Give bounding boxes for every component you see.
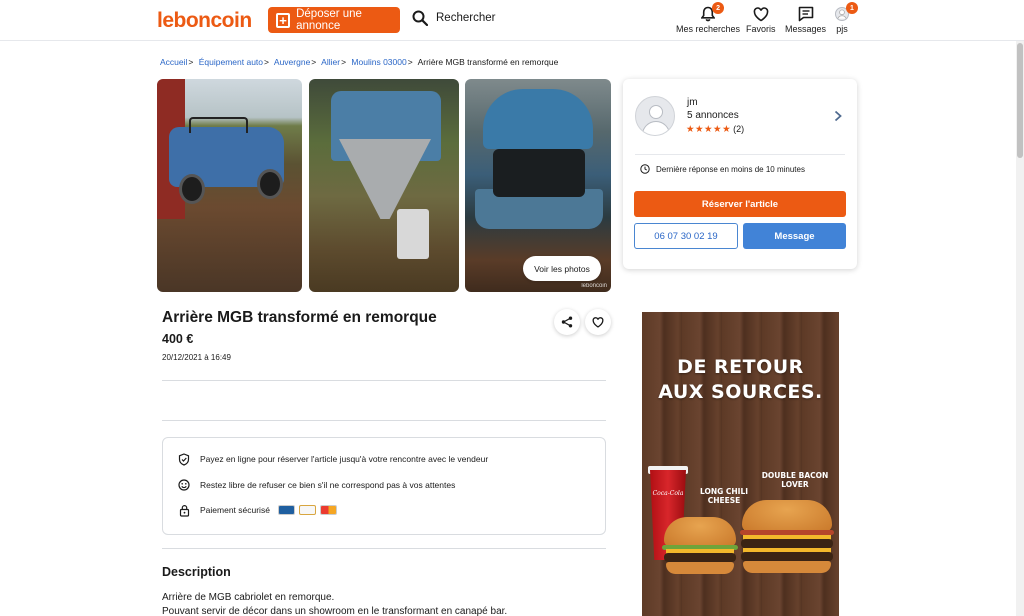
ad-product-label: DOUBLE BACON LOVER	[761, 471, 829, 489]
secure-row-text: Payez en ligne pour réserver l'article j…	[200, 454, 489, 464]
search-label: Rechercher	[436, 12, 496, 24]
breadcrumb-department[interactable]: Allier	[321, 57, 340, 67]
breadcrumb-region[interactable]: Auvergne	[274, 57, 310, 67]
heart-icon	[753, 6, 769, 21]
rating-stars: ★★★★★	[686, 124, 732, 135]
share-button[interactable]	[554, 309, 580, 335]
ad-burger-bun-bottom	[743, 561, 831, 573]
nav-favorites[interactable]: Favoris	[746, 4, 776, 34]
ad-headline: DE RETOUR	[677, 356, 804, 378]
description-line: Pouvant servir de décor dans un showroom…	[162, 606, 508, 616]
ad-burger-bun	[742, 500, 832, 532]
post-ad-button[interactable]: + Déposer une annonce	[268, 7, 400, 33]
nav-account[interactable]: 1 pjs	[835, 2, 858, 34]
see-photos-button[interactable]: Voir les photos	[523, 256, 601, 281]
visa-card-icon	[298, 505, 316, 515]
listing-photo-2[interactable]	[309, 79, 459, 292]
seller-name[interactable]: jm	[687, 97, 698, 108]
ad-cup-logo: Coca-Cola	[652, 490, 684, 497]
listing-date: 20/12/2021 à 16:49	[162, 353, 231, 362]
description-line: Arrière de MGB cabriolet en remorque.	[162, 592, 335, 603]
mastercard-icon	[319, 505, 337, 515]
chevron-right-icon[interactable]	[834, 109, 842, 125]
saved-searches-badge: 2	[712, 2, 725, 14]
ad-headline: AUX SOURCES.	[658, 381, 823, 403]
reserve-button[interactable]: Réserver l'article	[634, 191, 846, 217]
post-ad-label: Déposer une annonce	[296, 8, 362, 32]
listing-title: Arrière MGB transformé en remorque	[162, 309, 437, 326]
photo-trunk-lid	[483, 89, 593, 149]
nav-label: Mes recherches	[676, 24, 741, 34]
ad-burger-patty	[741, 539, 833, 548]
ad-burger-bun	[664, 517, 736, 547]
top-header: leboncoin + Déposer une annonce Recherch…	[0, 0, 1024, 41]
avatar-body	[642, 121, 670, 135]
ad-burger-patty	[664, 553, 736, 562]
nav-label: Favoris	[746, 24, 776, 34]
phone-button[interactable]: 06 07 30 02 19	[634, 223, 738, 249]
breadcrumb: Accueil> Équipement auto> Auvergne> Alli…	[160, 57, 559, 67]
messages-icon	[798, 6, 813, 22]
search-icon	[412, 10, 428, 26]
nav-messages[interactable]: Messages	[785, 4, 826, 34]
smile-icon	[177, 478, 191, 492]
nav-label: pjs	[836, 24, 848, 34]
description-title: Description	[162, 565, 231, 579]
breadcrumb-home[interactable]: Accueil	[160, 57, 187, 67]
ad-product-label: LONG CHILI CHEESE	[699, 487, 749, 505]
secure-row-refuse: Restez libre de refuser ce bien s'il ne …	[177, 478, 455, 492]
clock-icon	[640, 164, 650, 174]
favorite-button[interactable]	[585, 309, 611, 335]
listing-price: 400 €	[162, 332, 194, 346]
seller-ads-count: 5 annonces	[687, 110, 739, 121]
message-button[interactable]: Message	[743, 223, 846, 249]
account-badge: 1	[846, 2, 858, 14]
seller-avatar[interactable]	[635, 96, 675, 136]
nav-saved-searches[interactable]: 2 Mes recherches	[676, 2, 741, 34]
divider	[162, 380, 606, 381]
nav-label: Messages	[785, 24, 827, 34]
lock-icon	[177, 503, 191, 517]
breadcrumb-current: Arrière MGB transformé en remorque	[417, 57, 559, 67]
divider	[162, 548, 606, 549]
listing-photo-1[interactable]	[157, 79, 302, 292]
response-time: Dernière réponse en moins de 10 minutes	[640, 164, 805, 174]
ad-burger-bun-bottom	[666, 562, 734, 574]
secure-row-text: Paiement sécurisé	[200, 505, 270, 515]
photo-hitch	[397, 209, 429, 259]
seller-rating: ★★★★★ (2)	[686, 124, 744, 135]
photo-boot	[493, 149, 585, 197]
photo-wheel	[179, 174, 205, 204]
leboncoin-logo[interactable]: leboncoin	[157, 9, 252, 33]
secure-row-payment: Paiement sécurisé	[177, 503, 341, 517]
seller-card: jm 5 annonces ★★★★★ (2) Dernière réponse …	[623, 79, 857, 269]
photo-trailer-frame	[339, 139, 431, 219]
scrollbar-thumb[interactable]	[1017, 43, 1023, 158]
photo-wheel	[257, 169, 283, 199]
payment-cards	[277, 505, 341, 515]
divider	[162, 420, 606, 421]
page-scrollbar[interactable]	[1016, 41, 1024, 616]
secure-row-reserve: Payez en ligne pour réserver l'article j…	[177, 452, 488, 466]
breadcrumb-category[interactable]: Équipement auto	[199, 57, 263, 67]
cb-card-icon	[277, 505, 295, 515]
rating-count: (2)	[733, 124, 745, 134]
secure-row-text: Restez libre de refuser ce bien s'il ne …	[200, 480, 456, 490]
shield-icon	[177, 452, 191, 466]
share-icon	[561, 316, 573, 328]
divider	[635, 154, 845, 155]
ad-burger-patty	[741, 552, 833, 561]
plus-icon: +	[276, 12, 291, 28]
response-text: Dernière réponse en moins de 10 minutes	[656, 164, 805, 174]
search-button[interactable]: Rechercher	[412, 10, 495, 26]
secure-payment-box: Payez en ligne pour réserver l'article j…	[162, 437, 606, 535]
heart-icon	[592, 316, 604, 328]
breadcrumb-city[interactable]: Moulins 03000	[351, 57, 406, 67]
advertisement-banner[interactable]: DE RETOUR AUX SOURCES. LONG CHILI CHEESE…	[642, 312, 839, 616]
photo-watermark: leboncoin	[581, 283, 607, 289]
avatar-head	[649, 105, 663, 119]
